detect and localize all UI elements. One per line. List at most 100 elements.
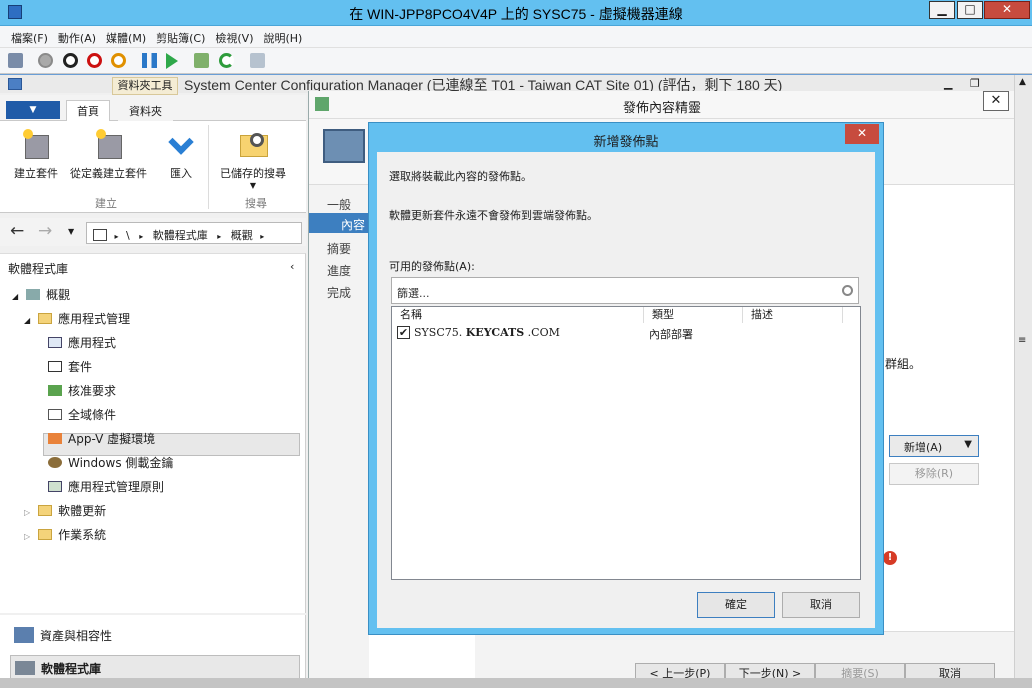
filter-input[interactable]: 篩選... xyxy=(391,277,859,304)
vm-window-title: 在 WIN-JPP8PCO4V4P 上的 SYSC75 - 虛擬機器連線 xyxy=(349,6,683,22)
tree-item-operating-systems[interactable]: ▷ 作業系統 xyxy=(24,523,106,545)
console-maximize-button[interactable]: ▁ xyxy=(944,77,952,90)
navigation-tree-pane: 軟體程式庫 ‹ ◢ 概觀 ◢ 應用程式管理 應用程式 套件 核准要求 全域條件 Ap… xyxy=(0,253,306,613)
checkpoint-icon[interactable] xyxy=(194,53,209,68)
resume-icon[interactable] xyxy=(166,53,178,69)
remove-button[interactable]: 移除(R) xyxy=(889,463,979,485)
shutdown-icon[interactable] xyxy=(87,53,102,68)
distribution-point-list: 名稱 類型 描述 ✔ SYSC75. KEYCATS .COM 內部部署 xyxy=(391,306,861,580)
menu-file[interactable]: 檔案(F) xyxy=(6,26,53,46)
dialog-body: 選取將裝載此內容的發佈點。 軟體更新套件永遠不會發佈到雲端發佈點。 可用的發佈點… xyxy=(377,152,875,628)
next-button[interactable]: 下一步(N) > xyxy=(725,663,815,678)
maximize-button[interactable]: □ xyxy=(957,1,983,19)
address-segment-overview[interactable]: 概觀 xyxy=(231,229,253,242)
error-icon: ! xyxy=(883,551,897,565)
close-button[interactable]: ✕ xyxy=(984,1,1030,19)
wizard-navigation: 一般 內容 摘要 進度 完成 xyxy=(309,185,369,678)
previous-button[interactable]: < 上一步(P) xyxy=(635,663,725,678)
vm-vertical-scrollbar[interactable]: ▲ ≡ xyxy=(1014,75,1032,678)
menu-help[interactable]: 說明(H) xyxy=(258,26,307,46)
tree-item-software-updates[interactable]: ▷ 軟體更新 xyxy=(24,499,106,521)
menu-clipboard[interactable]: 剪貼簿(C) xyxy=(151,26,210,46)
turn-off-icon[interactable] xyxy=(63,53,78,68)
approval-icon xyxy=(48,385,62,396)
history-dropdown-icon[interactable]: ▼ xyxy=(68,227,74,236)
wizard-cancel-button[interactable]: 取消 xyxy=(905,663,995,678)
search-icon[interactable] xyxy=(842,285,853,296)
collapse-pane-icon[interactable]: ‹ xyxy=(290,260,294,273)
start-icon[interactable] xyxy=(38,53,53,68)
tree-item-applications[interactable]: 應用程式 xyxy=(48,331,116,353)
summary-button[interactable]: 摘要(S) xyxy=(815,663,905,678)
menu-view[interactable]: 檢視(V) xyxy=(210,26,258,46)
workspace-assets-compliance[interactable]: 資產與相容性 xyxy=(14,627,112,644)
file-menu-button[interactable]: ▼ xyxy=(6,101,60,119)
tree-item-app-management-policies[interactable]: 應用程式管理原則 xyxy=(48,475,164,497)
column-header-name[interactable]: 名稱 xyxy=(392,307,644,323)
column-header-type[interactable]: 類型 xyxy=(644,307,743,323)
back-arrow-icon[interactable]: ← xyxy=(10,221,24,241)
pause-icon[interactable] xyxy=(142,53,157,68)
navigation-bar: ← → ▼ ▸ \ ▸ 軟體程式庫 ▸ 概觀 ▸ xyxy=(0,218,306,246)
group-label-create: 建立 xyxy=(95,197,117,210)
tab-home[interactable]: 首頁 xyxy=(66,100,110,121)
folder-tools-context-tab[interactable]: 資料夾工具 xyxy=(112,77,178,95)
ctrl-alt-del-icon[interactable] xyxy=(8,53,23,68)
forward-arrow-icon[interactable]: → xyxy=(38,221,52,241)
cancel-button[interactable]: 取消 xyxy=(782,592,860,618)
tree-item-appv-environments[interactable]: App-V 虛擬環境 xyxy=(48,427,155,449)
minimize-button[interactable]: ▁ xyxy=(929,1,955,19)
add-dropdown-arrow-icon: ▼ xyxy=(964,439,972,450)
address-root-icon xyxy=(93,229,107,241)
console-restore-button[interactable]: ❐ xyxy=(970,77,980,90)
ribbon-separator xyxy=(208,125,209,209)
tree-item-overview[interactable]: ◢ 概觀 xyxy=(12,283,70,305)
scroll-thumb-grip-icon[interactable]: ≡ xyxy=(1018,335,1026,346)
address-segment-library[interactable]: 軟體程式庫 xyxy=(153,229,208,242)
software-library-icon xyxy=(15,661,35,675)
create-package-button[interactable]: 建立套件 xyxy=(14,129,58,181)
dp-name-suffix: .COM xyxy=(527,326,560,339)
saved-search-dropdown-icon[interactable]: ▼ xyxy=(220,181,286,190)
console-app-icon xyxy=(8,78,22,90)
tree-item-approval-requests[interactable]: 核准要求 xyxy=(48,379,116,401)
ok-button[interactable]: 確定 xyxy=(697,592,775,618)
workspace-software-library[interactable]: 軟體程式庫 xyxy=(10,655,300,678)
tab-folder[interactable]: 資料夾 xyxy=(118,100,173,121)
tree-item-global-conditions[interactable]: 全域條件 xyxy=(48,403,116,425)
revert-icon[interactable] xyxy=(219,53,234,68)
nav-pane-title: 軟體程式庫 xyxy=(8,262,69,276)
menu-media[interactable]: 媒體(M) xyxy=(101,26,151,46)
package-definition-icon xyxy=(94,129,124,161)
address-bar[interactable]: ▸ \ ▸ 軟體程式庫 ▸ 概觀 ▸ xyxy=(86,222,302,244)
tree-item-packages[interactable]: 套件 xyxy=(48,355,92,377)
policy-icon xyxy=(48,481,62,492)
scroll-up-icon[interactable]: ▲ xyxy=(1019,77,1026,87)
tree-item-sideloading-keys[interactable]: Windows 側載金鑰 xyxy=(48,451,173,473)
dp-name-prefix: SYSC75. xyxy=(414,326,463,339)
computer-icon xyxy=(323,129,365,163)
wizard-step-summary: 摘要 xyxy=(327,242,352,256)
row-checkbox[interactable]: ✔ xyxy=(397,326,410,339)
ribbon-tab-strip: ▼ 首頁 資料夾 xyxy=(0,95,306,121)
saved-searches-button[interactable]: 已儲存的搜尋 ▼ xyxy=(220,129,286,190)
package-icon xyxy=(48,361,62,372)
key-icon xyxy=(48,457,62,468)
create-package-from-definition-button[interactable]: 從定義建立套件 xyxy=(70,129,147,181)
wizard-close-button[interactable]: ✕ xyxy=(983,91,1009,111)
vm-toolbar xyxy=(0,48,1032,74)
import-button[interactable]: 匯入 xyxy=(166,129,196,181)
dialog-close-button[interactable]: ✕ xyxy=(845,124,879,144)
wizard-side-text: 群組。 xyxy=(885,357,922,371)
enhanced-session-icon[interactable] xyxy=(250,53,265,68)
save-state-icon[interactable] xyxy=(111,53,126,68)
add-dropdown-button[interactable]: 新增(A) ▼ xyxy=(889,435,979,457)
tree-item-app-management[interactable]: ◢ 應用程式管理 xyxy=(24,307,130,329)
wizard-step-general: 一般 xyxy=(327,198,352,212)
available-dp-label: 可用的發佈點(A): xyxy=(389,260,475,273)
list-item[interactable]: ✔ SYSC75. KEYCATS .COM 內部部署 xyxy=(392,324,860,342)
address-segment-root[interactable]: \ xyxy=(126,229,130,242)
column-header-description[interactable]: 描述 xyxy=(743,307,843,323)
appv-icon xyxy=(48,433,62,444)
menu-action[interactable]: 動作(A) xyxy=(53,26,101,46)
